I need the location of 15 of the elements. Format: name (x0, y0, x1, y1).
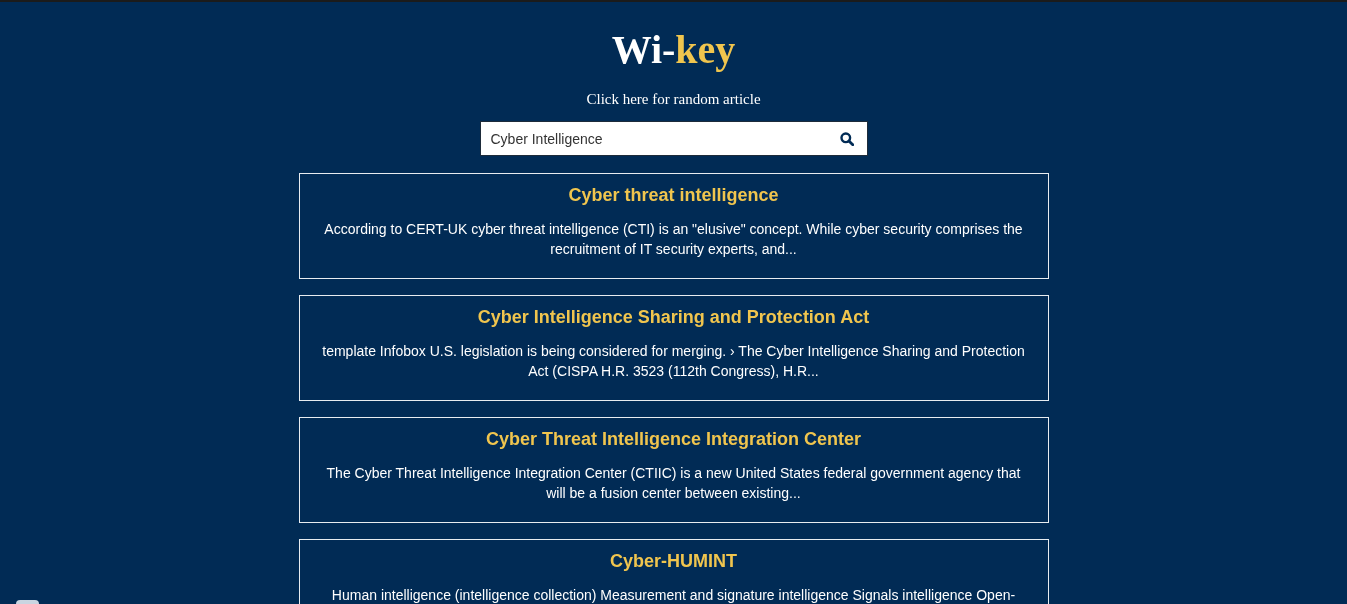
result-title[interactable]: Cyber threat intelligence (568, 184, 779, 206)
round-button[interactable] (16, 600, 39, 604)
result-snippet: Human intelligence (intelligence collection) Measurement and signature intelligence Signals intelligence Open- (331, 586, 1016, 604)
result-title[interactable]: Cyber Threat Intelligence Integration Center (485, 428, 862, 450)
result-card[interactable] (298, 295, 1049, 401)
site-logo: Wi-key (611, 26, 736, 74)
result-card[interactable]: Cyber-HUMINT Human intelligence (intelligence collection) Measurement and signature intelligence Signals intelligence Open- (298, 539, 1049, 604)
result-title[interactable]: Cyber Intelligence Sharing and Protection Act (477, 306, 870, 328)
random-article-link[interactable]: Click here for random article (586, 89, 761, 109)
result-snippet: template Infobox U.S. legislation is being considered for merging. › The Cyber Intelligence Sharing and Protection Act (CISPA H.R. 3523 (112th Congress), H.R... (321, 342, 1026, 381)
result-card[interactable]: Cyber threat intelligence According to CERT-UK cyber threat intelligence (CTI) is an "elusive" concept. While cyber security comprises the recruitment of IT security experts, and... (298, 173, 1049, 279)
result-snippet: The Cyber Threat Intelligence Integration Center (CTIIC) is a new United States federal government agency that will be a fusion center between existing... (325, 464, 1022, 503)
result-card[interactable]: Cyber Threat Intelligence Integration Center The Cyber Threat Intelligence Integration Center (CTIIC) is a new United States federal government agency that will be a fusion center between existing... (298, 417, 1049, 523)
result-title[interactable]: Cyber-HUMINT (610, 550, 737, 572)
result-snippet: According to CERT-UK cyber threat intelligence (CTI) is an "elusive" concept. While cyber security comprises the recruitment of IT security experts, and... (323, 220, 1024, 259)
